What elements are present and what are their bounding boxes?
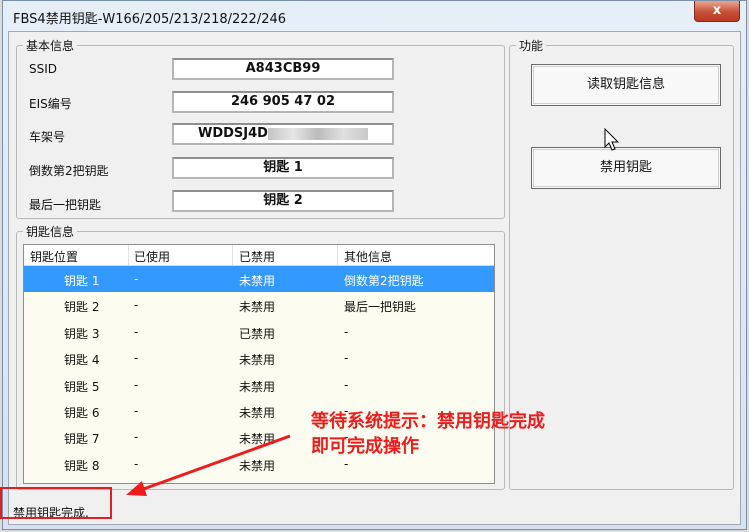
annotation-line-2: 即可完成操作 <box>311 436 419 457</box>
annotation-text: 等待系统提示：禁用钥匙完成 即可完成操作 <box>311 409 545 459</box>
annotation-line-1: 等待系统提示：禁用钥匙完成 <box>311 411 545 432</box>
